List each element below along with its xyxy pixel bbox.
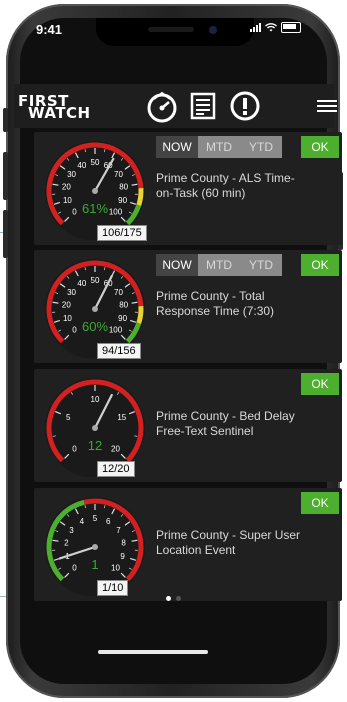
gauge-value: 61% <box>82 201 108 216</box>
count-badge: 94/156 <box>97 343 141 359</box>
mute-switch <box>3 108 8 132</box>
gauge-band <box>136 305 144 324</box>
gauge-scale-label: 10 <box>91 395 100 404</box>
metric-card[interactable]: 0123456789101 1/10 OK Prime County - Sup… <box>34 488 342 601</box>
gauge-scale-label: 40 <box>77 279 86 288</box>
gauge-scale-label: 50 <box>91 158 100 167</box>
metric-title: Prime County - ALS Time-on-Task (60 min) <box>156 171 295 200</box>
battery-icon <box>281 22 301 33</box>
count-badge: 106/175 <box>97 225 147 241</box>
volume-up-button <box>3 152 8 200</box>
status-icons <box>250 22 301 33</box>
ok-button[interactable]: OK <box>301 136 339 158</box>
ok-button[interactable]: OK <box>301 492 339 514</box>
tab-mtd[interactable]: MTD <box>198 254 240 276</box>
gauge-scale-label: 0 <box>72 564 77 573</box>
wifi-icon <box>265 23 277 32</box>
metric-card[interactable]: 010203040506070809010060% 94/156 NOW MTD… <box>34 250 342 363</box>
metric-card[interactable]: 0 10 20 30 40 50 60 70 80 90 100 61% 106/175 NOW MT… <box>34 132 342 245</box>
period-tabs: NOW MTD YTD <box>156 254 282 276</box>
gauge-value: 60% <box>82 319 108 334</box>
page-indicator <box>0 596 347 601</box>
volume-down-button <box>3 210 8 258</box>
count-badge: 12/20 <box>97 461 135 477</box>
gauge-band <box>136 187 144 206</box>
gauge-scale-label: 40 <box>77 161 86 170</box>
report-icon[interactable] <box>190 92 216 120</box>
gauge-scale-label: 8 <box>121 538 126 547</box>
tab-now[interactable]: NOW <box>156 254 198 276</box>
metric-title: Prime County - Super User Location Event <box>156 528 301 557</box>
gauge-dial: 0 5 10 15 20 12 <box>45 378 145 477</box>
ok-button[interactable]: OK <box>301 373 339 395</box>
gauge-value: 12 <box>88 438 102 453</box>
front-camera <box>209 26 217 34</box>
page-dot[interactable] <box>166 596 171 601</box>
gauge-scale-label: 10 <box>63 196 72 205</box>
gauge-scale-label: 90 <box>118 314 127 323</box>
gauge-scale-label: 5 <box>93 514 98 523</box>
gauge-scale-label: 80 <box>119 182 128 191</box>
gauge-scale-label: 4 <box>80 517 85 526</box>
cellular-signal-icon <box>250 23 261 32</box>
gauge-scale-label: 70 <box>114 288 123 297</box>
ok-button[interactable]: OK <box>301 254 339 276</box>
gauge-scale-label: 20 <box>62 300 71 309</box>
gauge-scale-label: 2 <box>64 538 69 547</box>
tab-ytd[interactable]: YTD <box>240 136 282 158</box>
status-time: 9:41 <box>36 22 63 37</box>
gauge-scale-label: 6 <box>106 517 111 526</box>
gauge-scale-label: 100 <box>109 208 123 217</box>
period-tabs: NOW MTD YTD <box>156 136 282 158</box>
gauge-scale-label: 70 <box>114 170 123 179</box>
gauge-scale-label: 30 <box>67 170 76 179</box>
alert-icon[interactable] <box>229 90 261 122</box>
speaker-grille <box>148 27 194 32</box>
tab-ytd[interactable]: YTD <box>240 254 282 276</box>
logo-line2: WATCH <box>28 104 91 122</box>
gauge-scale-label: 20 <box>62 182 71 191</box>
home-indicator[interactable] <box>98 650 208 654</box>
gauge-scale-label: 20 <box>111 445 120 454</box>
gauge-dial: 0123456789101 <box>45 497 145 596</box>
gauge-scale-label: 0 <box>72 445 77 454</box>
tab-now[interactable]: NOW <box>156 136 198 158</box>
menu-icon[interactable] <box>317 100 337 113</box>
metric-title: Prime County - Total Response Time (7:30… <box>156 289 275 318</box>
firstwatch-logo: FIRST WATCH <box>14 92 122 122</box>
notch <box>96 18 254 46</box>
metric-title: Prime County - Bed Delay Free-Text Senti… <box>156 409 295 438</box>
gauge-scale-label: 30 <box>67 288 76 297</box>
gauge-scale-label: 50 <box>91 276 100 285</box>
speedometer-icon[interactable] <box>144 90 180 126</box>
gauge-scale-label: 0 <box>72 208 77 217</box>
tab-mtd[interactable]: MTD <box>198 136 240 158</box>
page-dot[interactable] <box>176 596 181 601</box>
gauge-scale-label: 0 <box>72 326 77 335</box>
gauge-scale-label: 80 <box>119 300 128 309</box>
gauge-scale-label: 100 <box>109 326 123 335</box>
gauge-scale-label: 5 <box>66 413 71 422</box>
gauge-scale-label: 3 <box>69 526 74 535</box>
gauge-scale-label: 10 <box>111 564 120 573</box>
metric-card[interactable]: 0 5 10 15 20 12 12/20 OK Prime County - Bed D… <box>34 369 342 482</box>
gauge-scale-label: 90 <box>118 196 127 205</box>
gauge-scale-label: 7 <box>116 526 121 535</box>
count-badge: 1/10 <box>97 580 129 596</box>
app-header: FIRST WATCH <box>14 84 337 128</box>
gauge-value: 1 <box>91 557 98 572</box>
gauge-scale-label: 10 <box>63 314 72 323</box>
gauge-scale-label: 15 <box>117 413 126 422</box>
gauge-scale-label: 9 <box>120 552 125 561</box>
